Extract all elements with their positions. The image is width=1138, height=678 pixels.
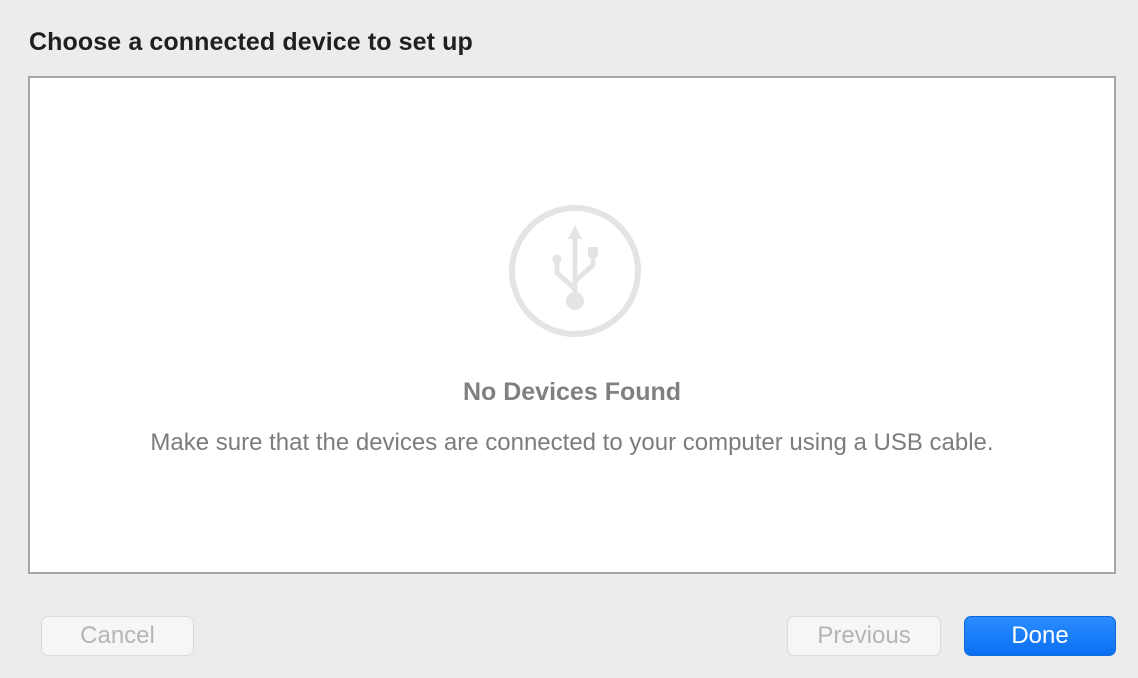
- done-button[interactable]: Done: [964, 616, 1116, 656]
- cancel-button[interactable]: Cancel: [41, 616, 194, 656]
- empty-state-title: No Devices Found: [462, 378, 682, 406]
- empty-state-message: Make sure that the devices are connected…: [150, 429, 994, 456]
- previous-button[interactable]: Previous: [787, 616, 941, 656]
- setup-dialog: Choose a connected device to set up No D…: [0, 0, 1138, 678]
- dialog-title: Choose a connected device to set up: [29, 28, 473, 56]
- device-list-panel: No Devices Found Make sure that the devi…: [28, 76, 1116, 574]
- usb-icon: [509, 205, 641, 337]
